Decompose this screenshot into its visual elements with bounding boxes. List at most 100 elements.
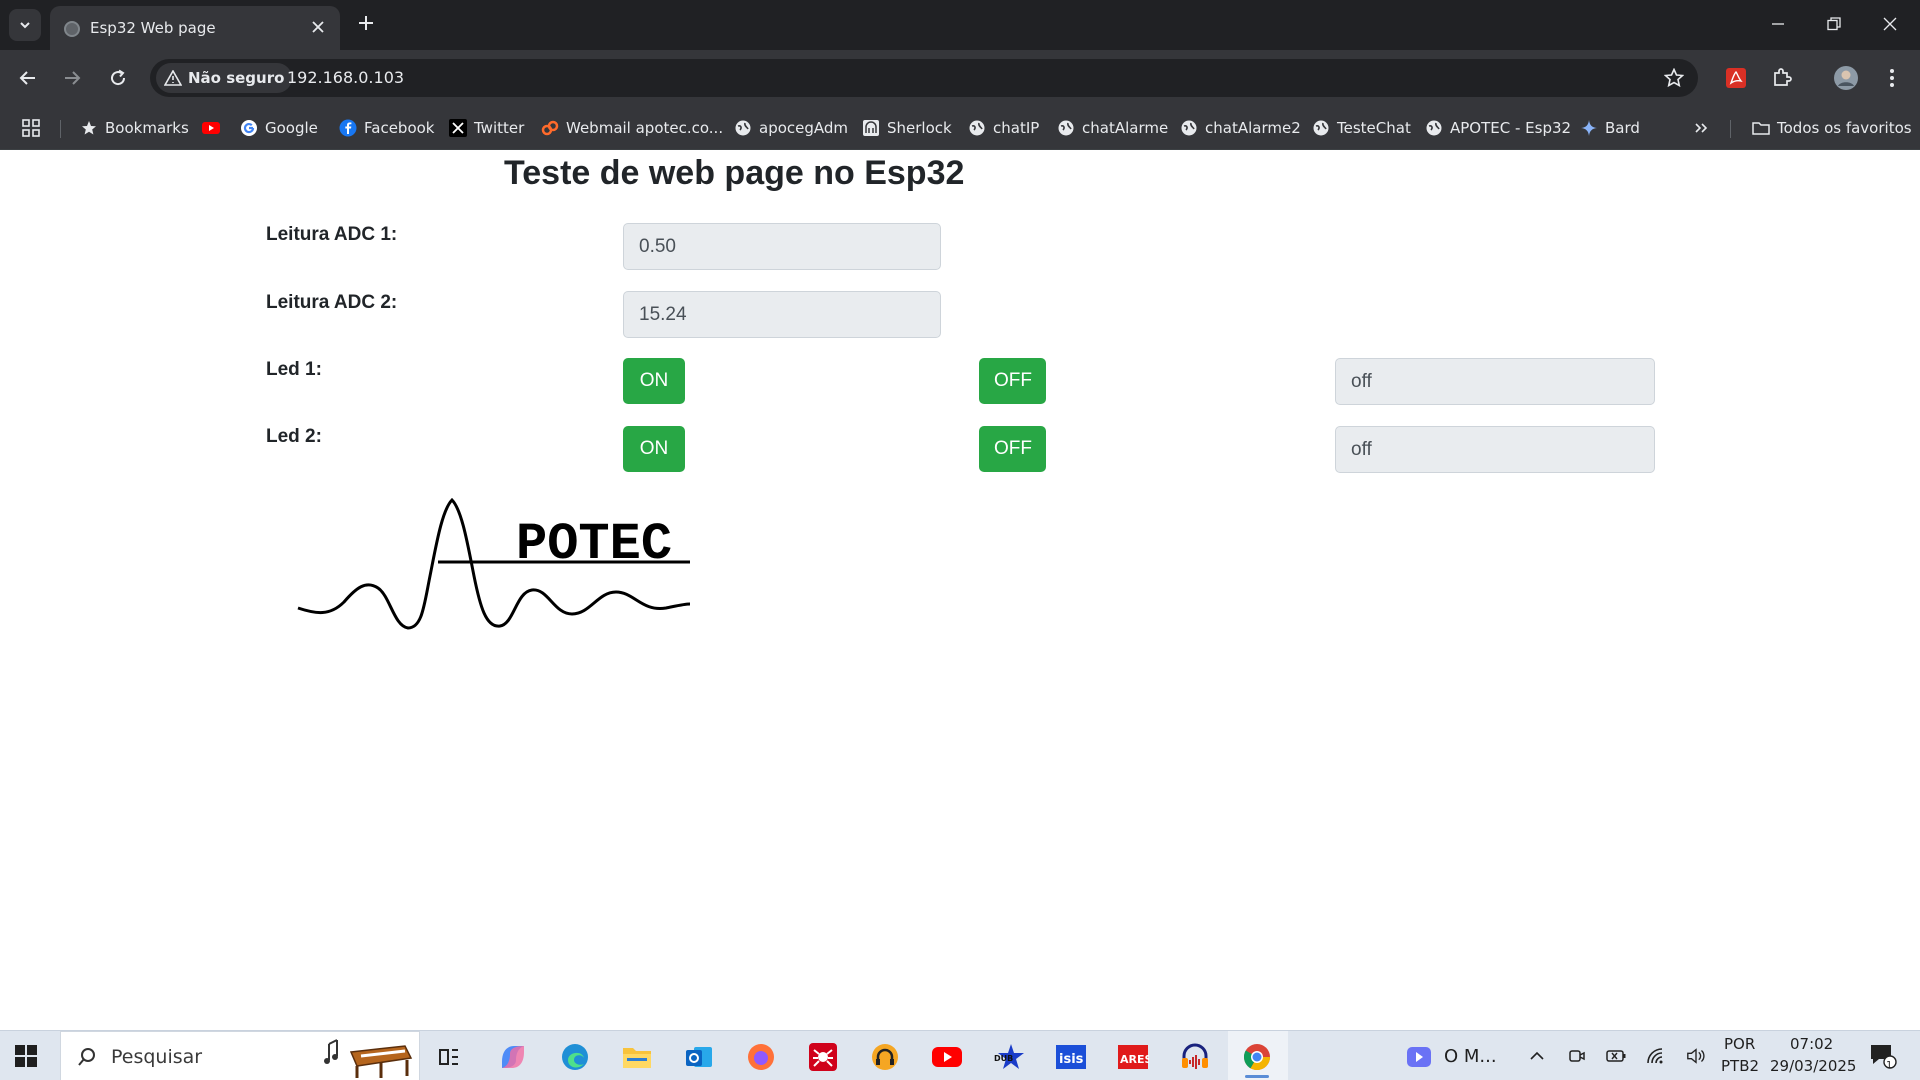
bookmark-google[interactable]: Google bbox=[240, 116, 318, 140]
more-bookmarks-button[interactable] bbox=[1694, 116, 1708, 140]
puzzle-icon bbox=[1774, 68, 1792, 86]
tab-search-button[interactable] bbox=[9, 9, 41, 41]
adc1-value-field[interactable] bbox=[623, 223, 941, 270]
back-button[interactable] bbox=[12, 62, 44, 94]
clock-date[interactable]: 29/03/2025 bbox=[1770, 1057, 1856, 1075]
address-bar[interactable]: Não seguro 192.168.0.103 bbox=[150, 59, 1698, 97]
taskbar-chrome[interactable] bbox=[1240, 1040, 1274, 1074]
bookmark-chatalarme[interactable]: chatAlarme bbox=[1057, 116, 1168, 140]
search-icon bbox=[78, 1048, 95, 1066]
adc2-value-field[interactable] bbox=[623, 291, 941, 338]
page-title: Teste de web page no Esp32 bbox=[504, 154, 965, 192]
bookmark-webmail[interactable]: Webmail apotec.co... bbox=[541, 116, 723, 140]
input-language-bottom[interactable]: PTB2 bbox=[1721, 1057, 1759, 1075]
taskbar-search-box[interactable]: Pesquisar bbox=[60, 1031, 420, 1080]
tab-title: Esp32 Web page bbox=[90, 19, 216, 37]
globe-icon bbox=[1312, 119, 1330, 137]
tray-battery-icon[interactable] bbox=[1606, 1046, 1626, 1066]
windows-taskbar: Pesquisar DUB isis ARES O M... POR PTB2 … bbox=[0, 1030, 1920, 1080]
taskbar-youtube[interactable] bbox=[930, 1040, 964, 1074]
tray-volume-icon[interactable] bbox=[1686, 1046, 1706, 1066]
forward-button[interactable] bbox=[56, 62, 88, 94]
svg-text:ARES: ARES bbox=[1120, 1053, 1149, 1066]
taskbar-edge[interactable] bbox=[558, 1040, 592, 1074]
taskbar-dub-app[interactable]: DUB bbox=[992, 1040, 1026, 1074]
bookmark-star-button[interactable] bbox=[1662, 66, 1686, 90]
logo-text: POTEC bbox=[516, 515, 672, 574]
notification-icon bbox=[1871, 1045, 1897, 1069]
apps-button[interactable] bbox=[22, 116, 40, 140]
taskbar-audacity[interactable] bbox=[1178, 1040, 1212, 1074]
restore-button[interactable] bbox=[1814, 8, 1854, 40]
bookmark-bard[interactable]: Bard bbox=[1580, 116, 1640, 140]
apps-grid-icon bbox=[22, 119, 40, 137]
led2-off-button[interactable]: OFF bbox=[979, 426, 1046, 472]
star-app-icon: DUB bbox=[994, 1044, 1024, 1069]
notification-center-button[interactable]: 1 bbox=[1868, 1041, 1898, 1071]
star-outline-icon bbox=[1664, 68, 1684, 88]
youtube-icon bbox=[202, 119, 220, 137]
all-bookmarks-folder[interactable]: Todos os favoritos bbox=[1752, 116, 1912, 140]
led1-off-button[interactable]: OFF bbox=[979, 358, 1046, 404]
star-icon bbox=[80, 119, 98, 137]
taskbar-ares-app[interactable]: ARES bbox=[1116, 1040, 1150, 1074]
led2-on-button[interactable]: ON bbox=[623, 426, 685, 472]
reload-button[interactable] bbox=[102, 62, 134, 94]
video-call-icon bbox=[1407, 1047, 1431, 1067]
bookmark-facebook[interactable]: Facebook bbox=[339, 116, 434, 140]
taskbar-file-explorer[interactable] bbox=[620, 1040, 654, 1074]
extensions-button[interactable] bbox=[1766, 62, 1798, 94]
taskbar-running-app-label[interactable]: O M... bbox=[1444, 1046, 1497, 1067]
restore-icon bbox=[1827, 17, 1841, 31]
minimize-button[interactable] bbox=[1758, 8, 1798, 40]
taskbar-firefox[interactable] bbox=[744, 1040, 778, 1074]
bookmark-chatip[interactable]: chatIP bbox=[968, 116, 1039, 140]
show-hidden-icons-button[interactable] bbox=[1527, 1046, 1547, 1066]
chevron-down-icon bbox=[20, 22, 30, 29]
profile-avatar[interactable] bbox=[1830, 62, 1862, 94]
minimize-icon bbox=[1772, 23, 1784, 25]
url-text[interactable]: 192.168.0.103 bbox=[287, 68, 404, 87]
close-window-button[interactable] bbox=[1870, 8, 1910, 40]
bookmark-apotec-esp32[interactable]: APOTEC - Esp32 bbox=[1425, 116, 1571, 140]
taskbar-outlook[interactable] bbox=[682, 1040, 716, 1074]
tray-meet-icon[interactable] bbox=[1567, 1046, 1587, 1066]
search-highlight-piano-icon bbox=[324, 1039, 413, 1078]
apotec-logo: POTEC bbox=[297, 497, 691, 630]
bookmark-chatalarme2[interactable]: chatAlarme2 bbox=[1180, 116, 1301, 140]
taskbar-audio-app[interactable] bbox=[868, 1040, 902, 1074]
menu-button[interactable] bbox=[1876, 62, 1908, 94]
windows-start-icon[interactable] bbox=[14, 1044, 38, 1068]
bookmark-sherlock[interactable]: Sherlock bbox=[862, 116, 952, 140]
isis-icon: isis bbox=[1056, 1045, 1086, 1069]
tab-close-button[interactable] bbox=[308, 17, 328, 37]
security-chip[interactable]: Não seguro bbox=[156, 63, 293, 93]
wifi-icon bbox=[1647, 1048, 1663, 1064]
taskbar-running-app-icon[interactable] bbox=[1402, 1040, 1436, 1074]
taskbar-isis-app[interactable]: isis bbox=[1054, 1040, 1088, 1074]
tray-network-icon[interactable] bbox=[1646, 1046, 1666, 1066]
notification-count: 1 bbox=[1886, 1060, 1893, 1071]
bookmark-twitter[interactable]: Twitter bbox=[449, 116, 524, 140]
globe-icon bbox=[1425, 119, 1443, 137]
clock-time[interactable]: 07:02 bbox=[1790, 1035, 1833, 1053]
bookmark-bookmarks[interactable]: Bookmarks bbox=[80, 116, 189, 140]
tab-active[interactable]: Esp32 Web page bbox=[50, 6, 340, 50]
bookmark-testechat[interactable]: TesteChat bbox=[1312, 116, 1411, 140]
acrobat-extension-button[interactable] bbox=[1720, 62, 1752, 94]
taskbar-task-view[interactable] bbox=[432, 1040, 466, 1074]
taskbar-spider-app[interactable] bbox=[806, 1040, 840, 1074]
browser-toolbar: Não seguro 192.168.0.103 bbox=[0, 50, 1920, 106]
taskbar-copilot[interactable] bbox=[496, 1040, 530, 1074]
close-icon bbox=[1883, 17, 1897, 31]
ares-icon: ARES bbox=[1118, 1045, 1149, 1069]
led1-on-button[interactable]: ON bbox=[623, 358, 685, 404]
new-tab-button[interactable] bbox=[354, 11, 378, 35]
headphones-icon bbox=[872, 1044, 898, 1070]
search-placeholder: Pesquisar bbox=[111, 1046, 203, 1068]
bookmark-youtube[interactable] bbox=[202, 116, 220, 140]
led2-state-field[interactable] bbox=[1335, 426, 1655, 473]
led1-state-field[interactable] bbox=[1335, 358, 1655, 405]
bookmark-apocegadm[interactable]: apocegAdm bbox=[734, 116, 848, 140]
input-language-top[interactable]: POR bbox=[1724, 1035, 1755, 1053]
